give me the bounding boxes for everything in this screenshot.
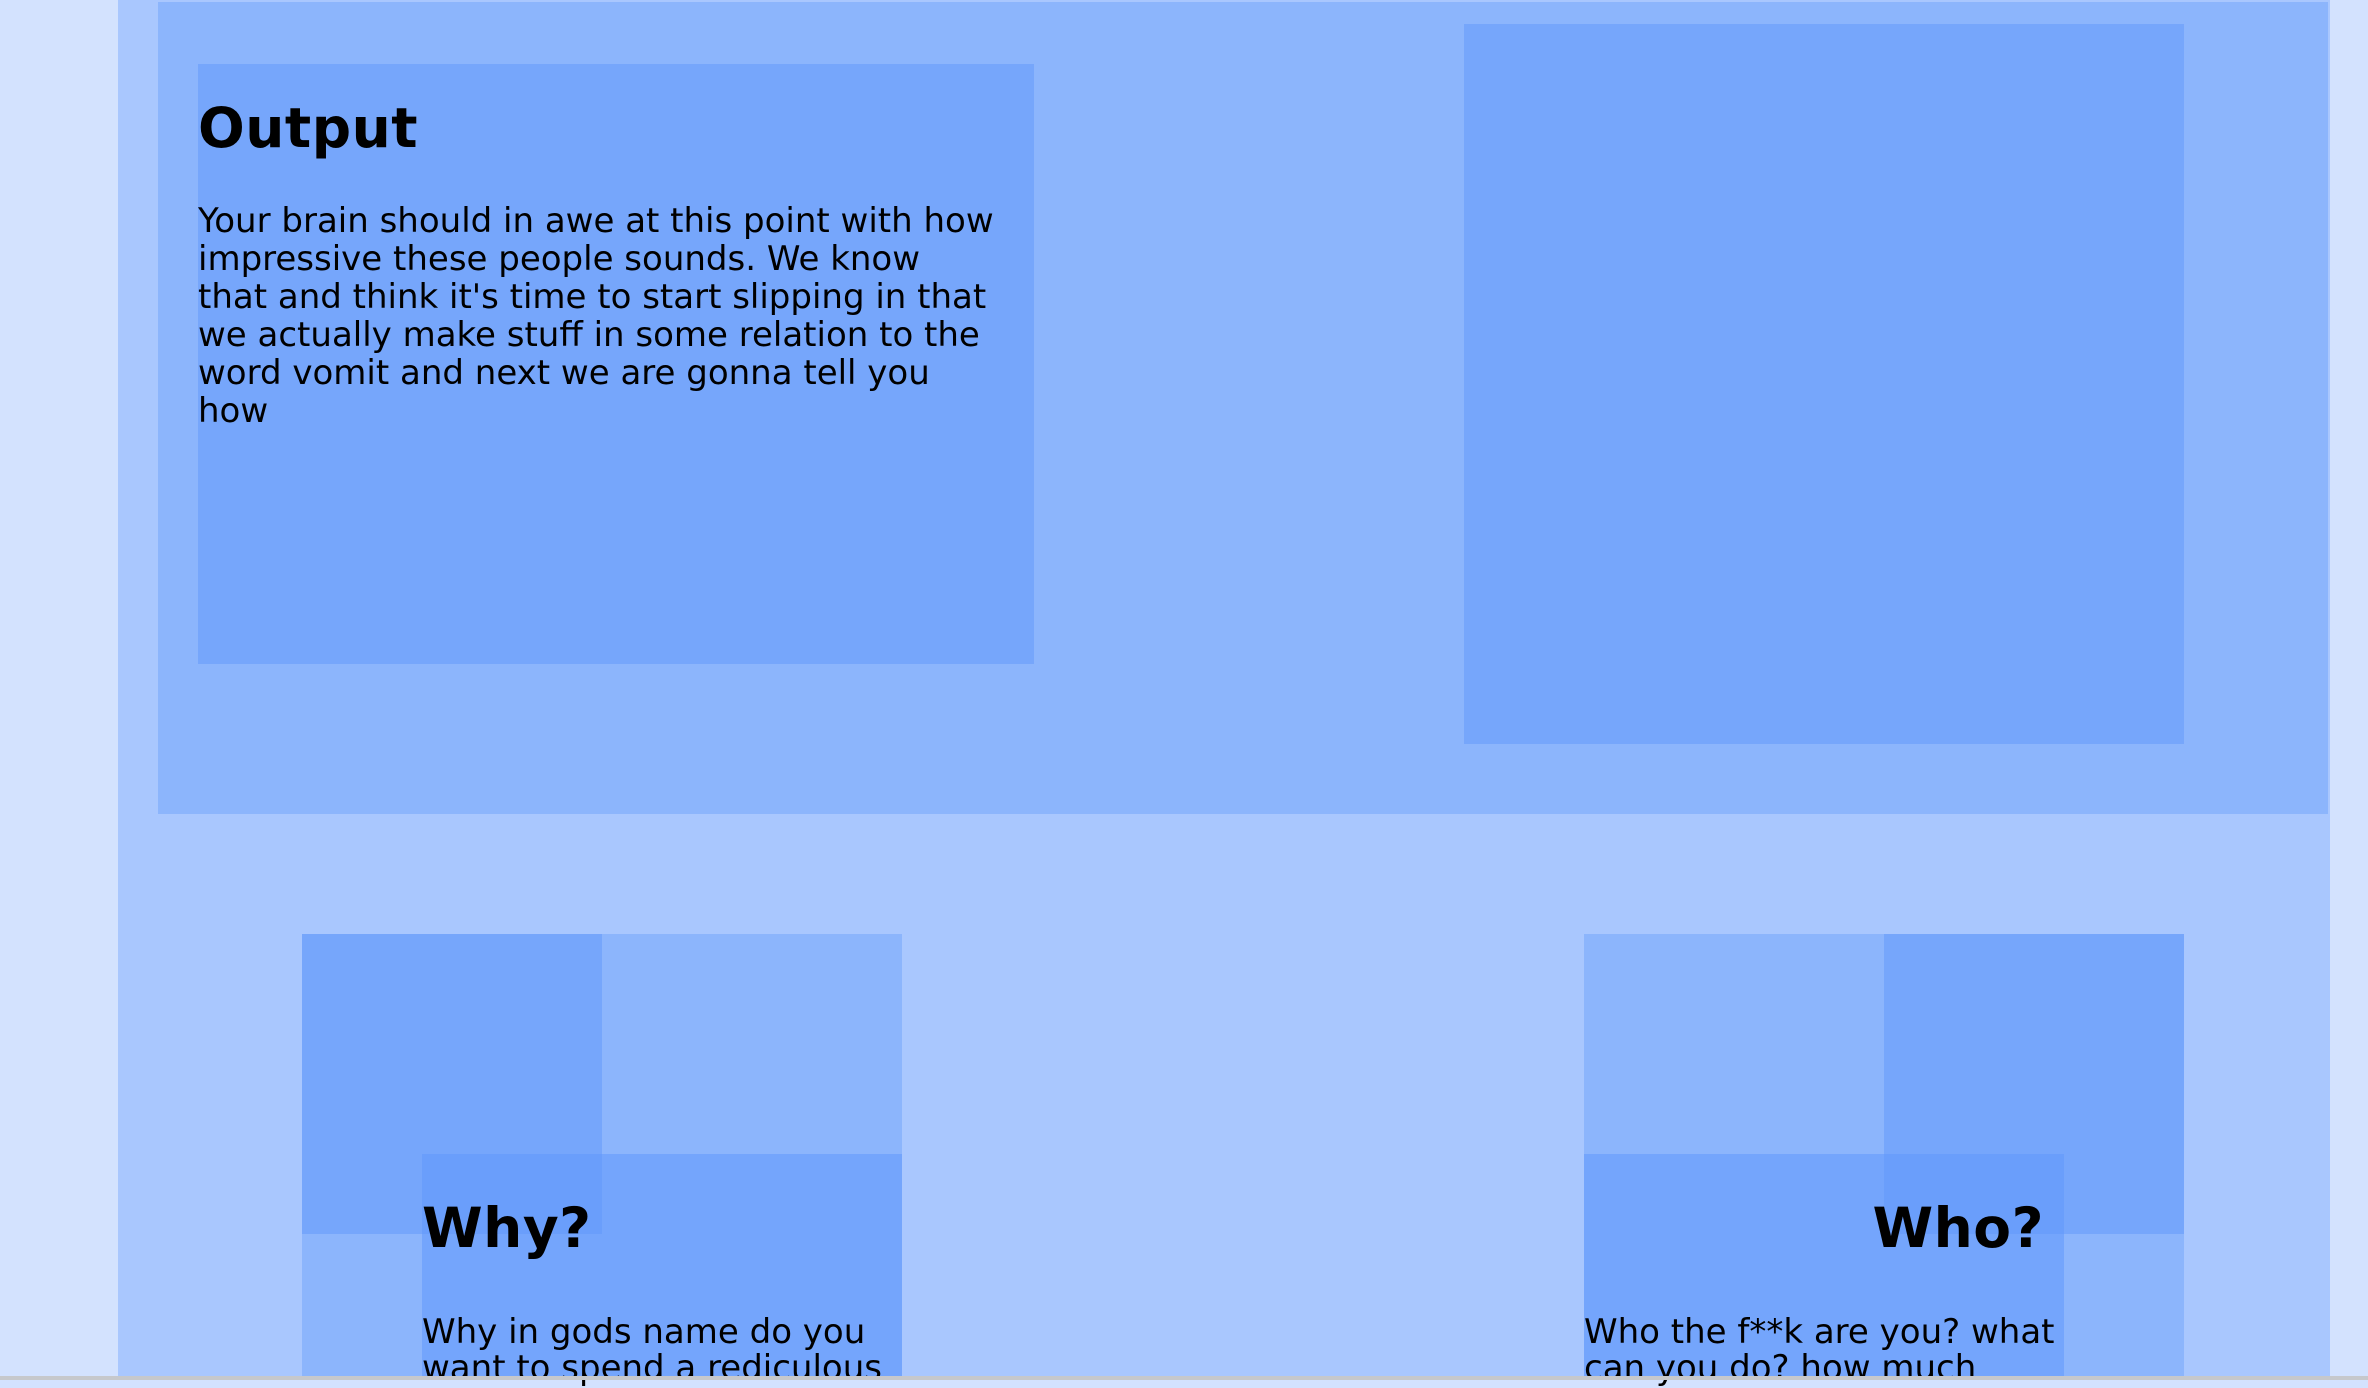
who-heading: Who? bbox=[1872, 1196, 2044, 1260]
viewport-bottom-edge bbox=[0, 1376, 2368, 1380]
why-heading: Why? bbox=[422, 1196, 592, 1260]
output-description: Your brain should in awe at this point w… bbox=[198, 201, 994, 431]
output-heading: Output bbox=[198, 96, 419, 160]
hero-image-placeholder bbox=[1464, 24, 2184, 744]
